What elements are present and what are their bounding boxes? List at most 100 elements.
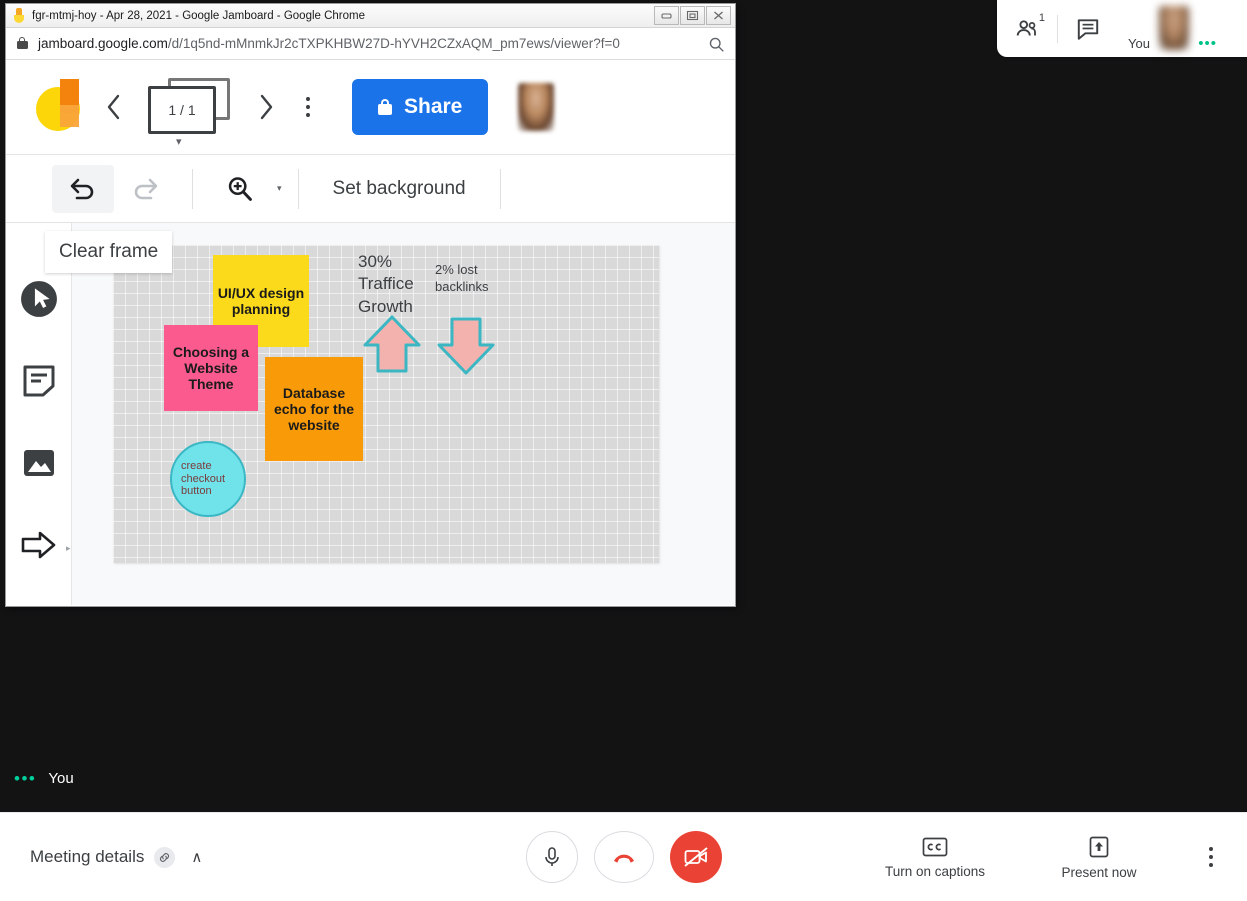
chat-icon — [1077, 18, 1099, 40]
kebab-dot — [306, 97, 310, 101]
meeting-details-label: Meeting details — [30, 847, 145, 866]
zoom-dropdown-caret[interactable]: ▾ — [277, 183, 282, 194]
stage-speaker-label: ••• You — [14, 768, 74, 788]
jamboard-more-options-button[interactable] — [288, 85, 328, 129]
lock-icon — [16, 36, 28, 51]
sticky-note-orange[interactable]: Database echo for the website — [265, 357, 363, 461]
minimize-button[interactable] — [654, 6, 679, 25]
kebab-dot — [1209, 863, 1213, 867]
next-frame-button[interactable] — [244, 85, 288, 129]
meeting-details-button[interactable]: Meeting details ∧ — [30, 846, 202, 868]
page-zoom-button[interactable] — [708, 36, 725, 58]
minimize-icon — [661, 13, 672, 19]
people-panel-button[interactable]: 1 — [997, 0, 1057, 57]
jamboard-user-avatar[interactable] — [518, 83, 555, 131]
end-call-icon — [613, 854, 634, 863]
window-controls — [654, 6, 731, 25]
jamboard-favicon-icon — [14, 8, 24, 23]
meet-more-options-button[interactable] — [1199, 847, 1223, 867]
traffic-growth-text[interactable]: 30% Traffice Growth — [358, 251, 438, 318]
browser-address-bar[interactable]: jamboard.google.com/d/1q5nd-mMnmkJr2cTXP… — [6, 28, 735, 60]
jamboard-frame-canvas[interactable]: UI/UX design planning Choosing a Website… — [113, 245, 659, 563]
chevron-right-icon — [260, 94, 273, 120]
image-tool[interactable] — [17, 441, 61, 485]
undo-button[interactable] — [52, 164, 114, 213]
lock-icon — [378, 98, 392, 116]
redo-icon — [134, 178, 158, 199]
sticky-note-circle[interactable]: create checkout button — [170, 441, 246, 517]
jamboard-header: 1 / 1 ▾ Share — [6, 60, 735, 155]
jamboard-body: ▸ Clear frame UI/UX design planning Choo… — [6, 223, 735, 605]
sticky-note-pink[interactable]: Choosing a Website Theme — [164, 325, 258, 411]
screen-root: ••• You 1 You ••• fgr-mtmj-hoy - Apr 28,… — [0, 0, 1247, 901]
lost-backlinks-text[interactable]: 2% lost backlinks — [435, 261, 507, 295]
chat-panel-button[interactable] — [1058, 0, 1118, 57]
search-zoom-icon — [709, 37, 724, 52]
restore-icon — [686, 10, 699, 21]
url-display: jamboard.google.com/d/1q5nd-mMnmkJr2cTXP… — [38, 36, 620, 51]
camera-toggle-button[interactable] — [669, 831, 722, 883]
jamboard-app: 1 / 1 ▾ Share ▾ Set background ▸ Clear f… — [6, 60, 735, 606]
people-icon — [1016, 19, 1036, 36]
kebab-dot — [1209, 855, 1213, 859]
toolbar-divider — [192, 168, 193, 209]
closed-captions-icon — [922, 837, 948, 856]
restore-button[interactable] — [680, 6, 705, 25]
end-call-button[interactable] — [593, 831, 654, 883]
chevron-left-icon — [107, 94, 120, 120]
redo-button[interactable] — [114, 165, 176, 213]
set-background-button[interactable]: Set background — [315, 178, 484, 200]
meet-call-controls — [501, 831, 746, 883]
self-view-tile[interactable]: You ••• — [1118, 0, 1223, 57]
chrome-browser-window: fgr-mtmj-hoy - Apr 28, 2021 - Google Jam… — [5, 3, 736, 607]
url-path: /d/1q5nd-mMnmkJr2cTXPKHBW27D-hYVH2CZxAQM… — [167, 36, 620, 51]
jamboard-logo — [36, 79, 80, 135]
meet-top-right-panel: 1 You ••• — [997, 0, 1247, 57]
speaking-indicator-dots: ••• — [14, 768, 37, 788]
chevron-up-icon[interactable]: ∧ — [191, 848, 202, 866]
arrow-up-shape[interactable] — [361, 313, 423, 375]
self-speaking-dots: ••• — [1198, 35, 1217, 52]
kebab-dot — [306, 113, 310, 117]
toolbar-divider — [499, 168, 501, 209]
camera-off-icon — [683, 847, 708, 867]
close-button[interactable] — [706, 6, 731, 25]
zoom-button[interactable] — [209, 165, 271, 213]
present-now-button[interactable]: Present now — [1035, 835, 1163, 880]
close-icon — [714, 11, 723, 20]
share-button[interactable]: Share — [352, 79, 489, 135]
jamboard-toolbar: ▾ Set background — [6, 155, 735, 223]
kebab-dot — [306, 105, 310, 109]
present-label: Present now — [1061, 864, 1137, 880]
chevron-down-icon[interactable]: ▾ — [176, 135, 182, 148]
frame-selector[interactable]: 1 / 1 ▾ — [142, 76, 238, 148]
turn-on-captions-button[interactable]: Turn on captions — [871, 836, 999, 879]
zoom-in-icon — [228, 176, 252, 201]
arrow-down-shape[interactable] — [435, 315, 497, 377]
meet-bottom-bar: Meeting details ∧ Turn on captions Prese… — [0, 812, 1247, 901]
shapes-tool[interactable]: ▸ — [17, 523, 71, 567]
clear-frame-tooltip: Clear frame — [45, 231, 173, 273]
link-glyph — [160, 852, 170, 862]
self-view-label: You — [1128, 36, 1150, 51]
sticky-note-icon — [23, 365, 54, 397]
browser-title-bar[interactable]: fgr-mtmj-hoy - Apr 28, 2021 - Google Jam… — [6, 4, 735, 28]
microphone-button[interactable] — [525, 831, 578, 883]
shapes-submenu-caret[interactable]: ▸ — [66, 543, 71, 554]
jamboard-canvas-area[interactable]: UI/UX design planning Choosing a Website… — [72, 223, 735, 605]
link-icon — [154, 846, 176, 868]
clear-frame-tool[interactable] — [17, 277, 61, 321]
present-screen-icon — [1089, 836, 1109, 857]
arrow-shape-icon — [21, 531, 55, 559]
previous-frame-button[interactable] — [92, 85, 136, 129]
sticky-note-tool[interactable] — [17, 359, 61, 403]
image-icon — [23, 450, 54, 476]
undo-icon — [70, 178, 94, 199]
captions-label: Turn on captions — [884, 863, 986, 879]
self-avatar — [1159, 6, 1189, 50]
url-domain: jamboard.google.com — [38, 36, 168, 51]
share-button-label: Share — [404, 95, 463, 118]
microphone-icon — [544, 847, 559, 866]
people-count-badge: 1 — [1038, 12, 1045, 24]
speaker-name: You — [48, 770, 74, 787]
